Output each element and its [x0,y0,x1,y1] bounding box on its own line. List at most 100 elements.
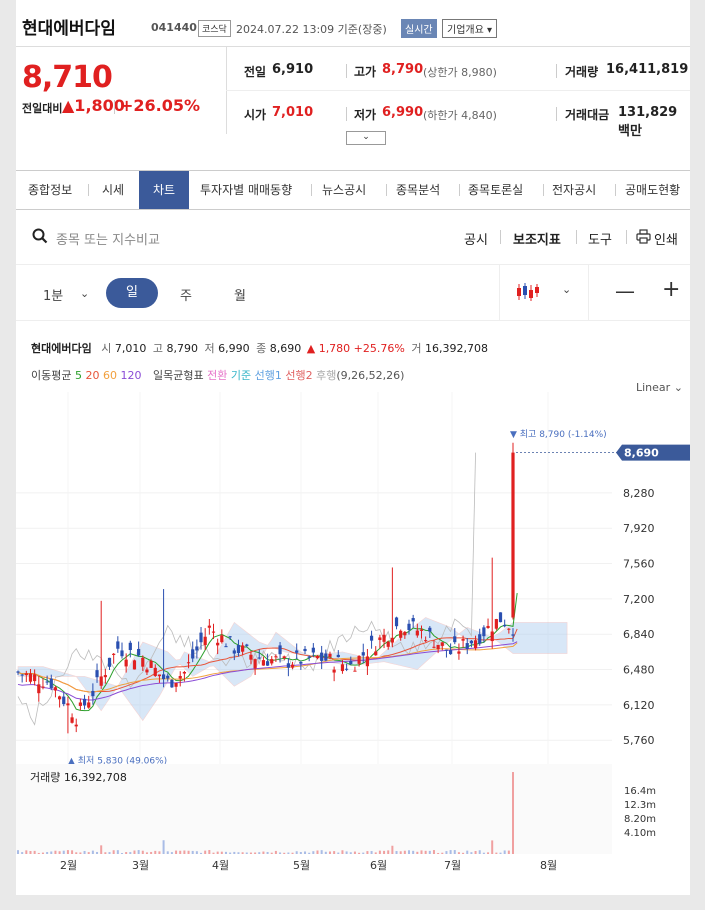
volume-bar [495,852,498,854]
tab-summary[interactable]: 종합정보 [28,171,72,209]
candle-body [74,724,78,727]
volume-bar [50,851,53,854]
volume-bar [191,850,194,854]
volume-bar [262,851,265,854]
volume-bar [62,850,65,854]
corp-overview-button[interactable]: 기업개요 ▾ [442,19,497,38]
tools-button[interactable]: 도구 [588,229,612,248]
candle-body [62,696,66,705]
expand-toggle-button[interactable]: ⌄ [346,131,386,145]
candle-body [33,674,37,682]
volume-bar [466,850,469,854]
volume-bar [403,850,406,854]
zoom-out-icon[interactable]: — [615,279,635,303]
candle-body [253,659,257,669]
candle-body [436,644,440,650]
disclosure-button[interactable]: 공시 [464,229,488,248]
volume-bar [420,850,423,854]
tab-disclosure[interactable]: 전자공시 [552,171,596,209]
volume-bar [29,851,32,854]
volume-bar [432,850,435,854]
candle-body [403,631,407,636]
ichimoku-legend-2[interactable]: 선행1 [251,369,282,382]
candle-body [511,634,515,636]
candle-body [87,702,91,708]
candle-body [207,625,211,628]
volume-bar [378,850,381,854]
ma-20-legend[interactable]: 20 [82,369,99,382]
print-button[interactable]: 인쇄 [654,229,678,248]
ma-60-legend[interactable]: 60 [99,369,117,382]
chevron-down-icon[interactable]: ⌄ [80,287,89,300]
volume-bar [141,850,144,854]
candle-body [66,703,70,706]
ma-5-legend[interactable]: 5 [75,369,82,382]
search-icon[interactable] [32,228,48,244]
candle-body [394,617,399,627]
tab-investor-trading[interactable]: 투자자별 매매동향 [200,171,292,209]
ichimoku-legend-0[interactable]: 전환 [207,369,227,382]
volume-bar [474,851,477,854]
candle-body [124,659,128,667]
tab-quotes[interactable]: 시세 [102,171,124,209]
high-value: 8,790 [166,342,198,355]
candle-body [170,679,174,688]
chevron-down-icon: ⌄ [362,132,370,142]
low-label: 저가 [354,108,377,122]
ichimoku-legend-4[interactable]: 후행 [313,369,336,382]
price-tick-label: 6,480 [623,664,655,677]
divider [556,107,557,121]
ichimoku-legend-1[interactable]: 기준 [227,369,251,382]
volume-bar [445,851,448,854]
divider [226,90,690,91]
period-week[interactable]: 주 [180,285,192,304]
realtime-button[interactable]: 실시간 [401,19,437,38]
divider [346,107,347,121]
candle-body [241,645,245,652]
volume-bar [449,850,452,854]
indicator-button[interactable]: 보조지표 [513,229,561,248]
max-price-label: ▼ 최고 8,790 (-1.14%) [510,429,607,440]
chevron-down-icon[interactable]: ⌄ [562,283,571,296]
tab-analysis[interactable]: 종목분석 [396,171,440,209]
period-month[interactable]: 월 [234,285,246,304]
tab-chart[interactable]: 차트 [139,171,189,209]
volume-bar [200,852,203,854]
period-minute[interactable]: 1분 [43,285,63,304]
tab-discussion[interactable]: 종목토론실 [468,171,523,209]
volume-bar [270,852,273,854]
volume-tick-label: 12.3m [624,800,656,811]
tab-bar: 종합정보 시세 차트 투자자별 매매동향 뉴스공시 종목분석 종목토론실 전자공… [16,170,690,210]
volume-bar [333,851,336,854]
candle-body [490,631,494,642]
volume-bar [383,850,386,854]
volume-bar [349,852,352,854]
volume-bar [104,852,107,854]
candle-body [511,452,515,618]
close-label: 종 [256,342,267,355]
tab-short-selling[interactable]: 공매도현황 [625,171,680,209]
candle-body [157,674,162,677]
volume-bar [170,852,173,854]
volume-value: 16,411,819 [606,62,689,77]
candle-body [132,660,137,670]
zoom-in-icon[interactable]: + [662,277,680,302]
compare-search-input[interactable]: 종목 또는 지수비교 [56,229,160,248]
print-icon[interactable] [636,229,651,244]
low-value: 6,990 [218,342,250,355]
candle-body [286,663,290,668]
volume-bar [46,852,49,854]
ma-120-legend[interactable]: 120 [117,369,141,382]
tab-news[interactable]: 뉴스공시 [322,171,366,209]
ichimoku-params: (9,26,52,26) [336,369,405,382]
volume-bar [125,852,128,854]
month-tick-label: 7월 [444,859,461,872]
candlestick-type-icon[interactable] [516,282,540,302]
volume-bar [91,850,94,854]
candle-body [432,646,436,648]
period-day[interactable]: 일 [106,278,158,308]
stock-chart-page: 현대에버다임 041440 코스닥 2024.07.22 13:09 기준(장중… [16,0,690,895]
volume-bar [195,851,198,854]
ichimoku-legend-3[interactable]: 선행2 [282,369,312,382]
price-chart[interactable]: 8,280 7,920 7,560 7,200 6,840 6,480 6,120 5,760… [16,392,690,882]
